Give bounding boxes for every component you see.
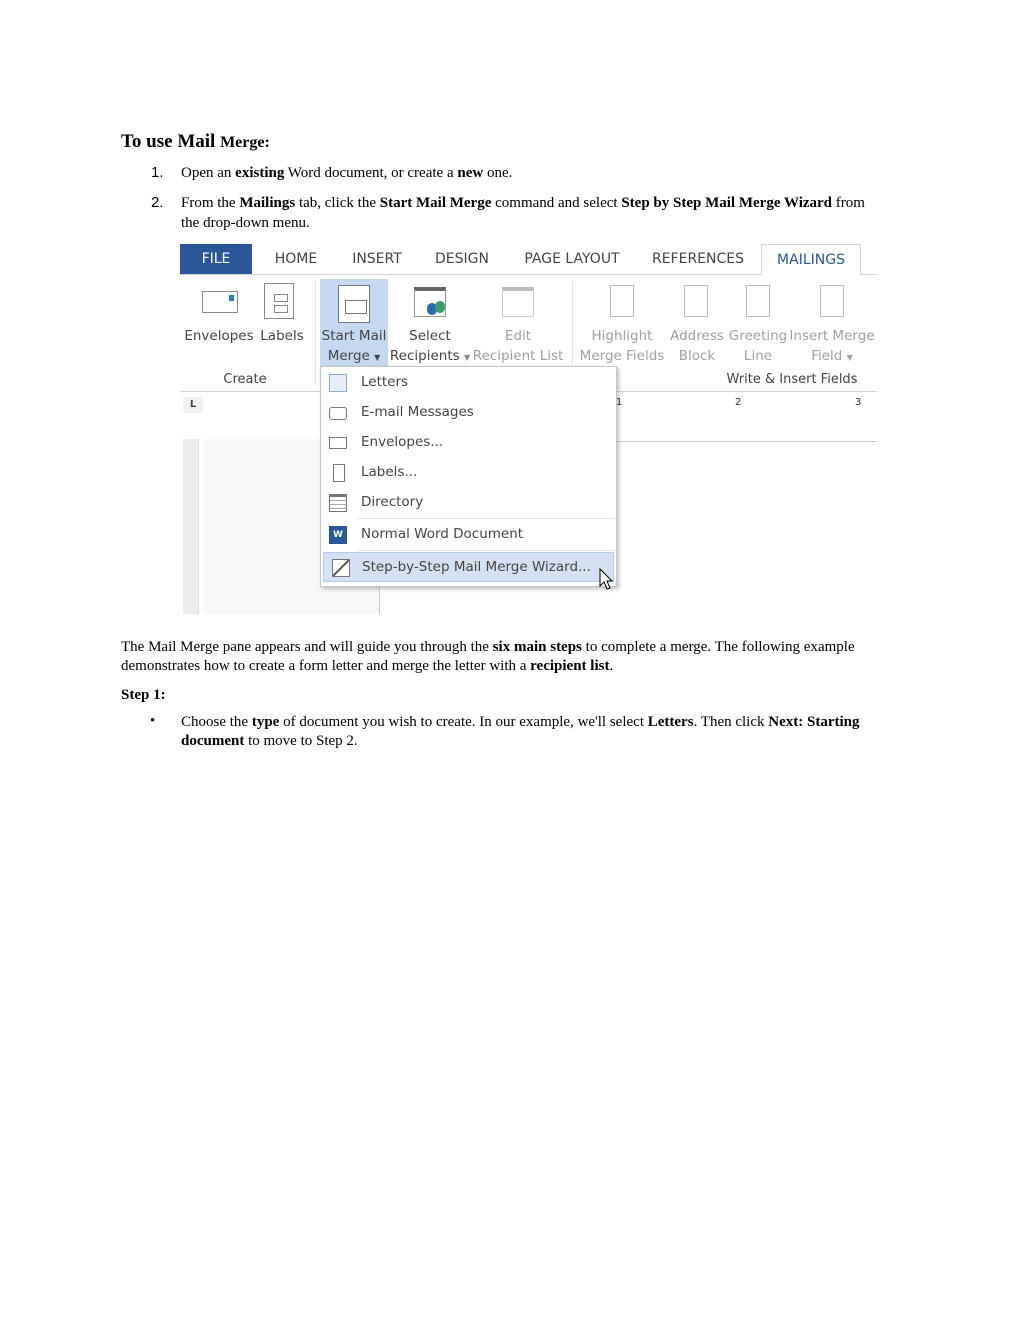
step-1-bullet: Choose the type of document you wish to … <box>181 713 881 751</box>
mouse-cursor-icon <box>599 568 614 590</box>
step-1-title: Step 1: <box>121 687 166 703</box>
step-number: 2. <box>151 194 164 211</box>
select-recipients-button[interactable]: Select Recipients ▼ <box>390 326 470 368</box>
step-2-text: From the Mailings tab, click the Start M… <box>181 193 871 233</box>
insert-merge-field-button[interactable]: Insert Merge Field ▼ <box>789 326 874 368</box>
text-run: one. <box>483 165 513 181</box>
menu-separator <box>357 550 615 551</box>
bold-text: Start Mail Merge <box>379 195 492 211</box>
edit-recipient-list-icon <box>502 287 534 317</box>
step-number: 1. <box>151 164 164 181</box>
menu-item-directory[interactable]: Directory <box>321 488 616 518</box>
bold-text: existing <box>235 165 285 181</box>
text-run: Choose the <box>181 714 252 730</box>
menu-item-normal-word-document[interactable]: W Normal Word Document <box>321 520 616 550</box>
bold-text: Letters <box>647 714 694 730</box>
highlight-merge-fields-icon <box>610 285 634 317</box>
menu-item-labels[interactable]: Labels... <box>321 458 616 488</box>
directory-icon <box>329 494 347 512</box>
select-recipients-icon <box>414 287 446 317</box>
insert-merge-field-icon <box>820 285 844 317</box>
address-block-button[interactable]: Address Block <box>670 326 724 366</box>
text-run: . Then click <box>693 714 769 730</box>
tab-selector[interactable]: L <box>183 397 203 413</box>
text-run: Word document, or create a <box>284 165 458 181</box>
edit-recipient-list-button[interactable]: Edit Recipient List <box>473 326 564 366</box>
start-mail-merge-icon <box>338 285 370 323</box>
ruler-mark: 2 <box>735 397 742 408</box>
text-run: tab, click the <box>295 195 380 211</box>
menu-item-envelopes[interactable]: Envelopes... <box>321 428 616 458</box>
group-label-create: Create <box>223 372 267 387</box>
group-separator <box>315 281 316 385</box>
menu-item-step-by-step-wizard[interactable]: Step-by-Step Mail Merge Wizard... <box>323 552 614 582</box>
group-separator <box>572 281 573 365</box>
labels-icon <box>264 283 294 319</box>
bold-text: Step by Step Mail Merge Wizard <box>621 195 833 211</box>
menu-item-letters[interactable]: Letters <box>321 368 616 398</box>
dropdown-arrow-icon: ▼ <box>374 353 381 362</box>
text-run: to move to Step 2. <box>244 733 358 749</box>
text-run: Open an <box>181 165 236 181</box>
vertical-ruler <box>183 439 199 614</box>
tab-home[interactable]: HOME <box>275 251 317 267</box>
page-heading: To use Mail Merge: <box>121 131 270 152</box>
tab-design[interactable]: DESIGN <box>435 251 489 267</box>
bold-text: type <box>251 714 280 730</box>
bold-text: Mailings <box>239 195 296 211</box>
wizard-icon <box>332 559 350 577</box>
dropdown-arrow-icon: ▼ <box>463 353 471 362</box>
bold-text: recipient list <box>530 658 610 674</box>
tab-references[interactable]: REFERENCES <box>652 251 744 267</box>
address-block-icon <box>684 285 708 317</box>
greeting-line-icon <box>746 285 770 317</box>
tab-mailings[interactable]: MAILINGS <box>761 244 861 275</box>
start-mail-merge-button[interactable]: Start Mail Merge ▼ <box>322 326 387 368</box>
step-1-text: Open an existing Word document, or creat… <box>181 163 512 183</box>
menu-item-email-messages[interactable]: E-mail Messages <box>321 398 616 428</box>
group-label-write-insert: Write & Insert Fields <box>726 372 858 387</box>
tab-page-layout[interactable]: PAGE LAYOUT <box>524 251 619 267</box>
horizontal-ruler <box>616 397 877 413</box>
tab-insert[interactable]: INSERT <box>352 251 402 267</box>
bold-text: new <box>457 165 484 181</box>
labels-icon <box>333 464 345 482</box>
envelope-icon <box>329 437 347 449</box>
text-run: of document you wish to create. In our e… <box>279 714 648 730</box>
tab-file[interactable]: FILE <box>180 244 252 275</box>
text-run: command and select <box>491 195 622 211</box>
letter-icon <box>329 374 347 392</box>
word-icon: W <box>329 526 347 544</box>
menu-separator <box>357 518 615 519</box>
labels-button[interactable]: Labels <box>260 326 303 346</box>
envelopes-button[interactable]: Envelopes <box>184 326 253 346</box>
envelope-icon <box>202 291 238 313</box>
text-run: . <box>609 658 614 674</box>
start-mail-merge-menu: Letters E-mail Messages Envelopes... Lab… <box>320 366 617 587</box>
highlight-merge-fields-button[interactable]: Highlight Merge Fields <box>580 326 665 366</box>
text-run: The Mail Merge pane appears and will gui… <box>121 639 493 655</box>
text-run: From the <box>181 195 240 211</box>
greeting-line-button[interactable]: Greeting Line <box>729 326 788 366</box>
page-edge <box>616 441 877 442</box>
bullet-icon: • <box>150 713 156 729</box>
intro-paragraph: The Mail Merge pane appears and will gui… <box>121 638 881 676</box>
bold-text: six main steps <box>492 639 582 655</box>
ruler-mark: 3 <box>855 397 862 408</box>
dropdown-arrow-icon: ▼ <box>846 353 853 362</box>
email-icon <box>329 407 347 420</box>
word-ribbon-screenshot: FILE HOME INSERT DESIGN PAGE LAYOUT REFE… <box>180 244 877 614</box>
